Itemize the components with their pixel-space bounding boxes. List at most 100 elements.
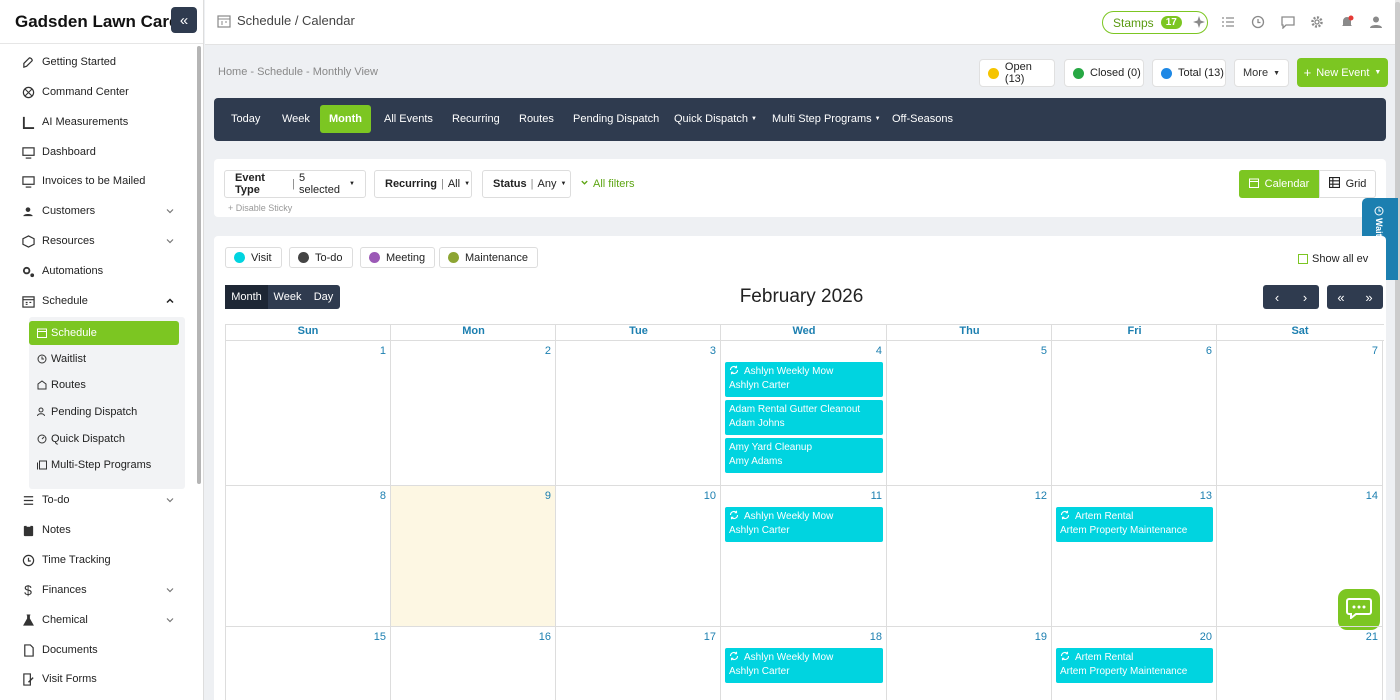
- sidebar-subitem-pending-dispatch[interactable]: Pending Dispatch: [29, 400, 179, 424]
- tab-off-seasons[interactable]: Off-Seasons: [883, 105, 962, 132]
- next-year-button[interactable]: »: [1355, 285, 1383, 309]
- tab-week[interactable]: Week: [273, 105, 319, 132]
- calendar-event[interactable]: Artem Rental Artem Property Maintenance: [1056, 648, 1213, 683]
- new-event-button[interactable]: + New Event ▼: [1297, 58, 1388, 87]
- checklist-icon[interactable]: [1221, 15, 1235, 29]
- sidebar-item-notes[interactable]: Notes: [0, 516, 196, 544]
- history-icon[interactable]: [1251, 15, 1265, 29]
- show-all-events-checkbox[interactable]: Show all ev: [1298, 253, 1368, 265]
- calendar-event[interactable]: Adam Rental Gutter Cleanout Adam Johns: [725, 400, 883, 435]
- calendar-event[interactable]: Ashlyn Weekly Mow Ashlyn Carter: [725, 648, 883, 683]
- tab-quick-dispatch[interactable]: Quick Dispatch ▼: [665, 105, 766, 132]
- sidebar-item-visit-forms[interactable]: Visit Forms: [0, 665, 196, 693]
- day-number[interactable]: 20: [1052, 631, 1212, 643]
- view-week-button[interactable]: Week: [268, 285, 307, 309]
- sidebar-subitem-quick-dispatch[interactable]: Quick Dispatch: [29, 427, 179, 451]
- calendar-day-cell[interactable]: [1217, 486, 1383, 627]
- tab-month[interactable]: Month: [320, 105, 371, 133]
- day-number[interactable]: 16: [391, 631, 551, 643]
- day-number[interactable]: 14: [1217, 490, 1378, 502]
- day-number[interactable]: 10: [556, 490, 716, 502]
- recurring-filter[interactable]: Recurring | All ▼: [374, 170, 472, 198]
- sidebar-item-invoices-to-be-mailed[interactable]: Invoices to be Mailed: [0, 167, 196, 195]
- sidebar-item-dashboard[interactable]: Dashboard: [0, 138, 196, 166]
- day-number[interactable]: 9: [391, 490, 551, 502]
- day-number[interactable]: 19: [887, 631, 1047, 643]
- day-number[interactable]: 11: [721, 490, 882, 502]
- calendar-day-cell[interactable]: [556, 341, 721, 486]
- sidebar-item-getting-started[interactable]: Getting Started: [0, 48, 196, 76]
- sidebar-item-to-do[interactable]: To-do: [0, 486, 196, 514]
- tab-today[interactable]: Today: [222, 105, 269, 132]
- disable-sticky-link[interactable]: + Disable Sticky: [228, 203, 292, 213]
- sidebar-item-schedule[interactable]: Schedule: [0, 287, 196, 315]
- calendar-day-cell[interactable]: [391, 341, 556, 486]
- day-number[interactable]: 4: [721, 345, 882, 357]
- calendar-event[interactable]: Ashlyn Weekly Mow Ashlyn Carter: [725, 362, 883, 397]
- day-number[interactable]: 21: [1217, 631, 1378, 643]
- tab-multi-step-programs[interactable]: Multi Step Programs ▼: [763, 105, 890, 132]
- calendar-day-cell[interactable]: [887, 486, 1052, 627]
- day-number[interactable]: 18: [721, 631, 882, 643]
- calendar-event[interactable]: Ashlyn Weekly Mow Ashlyn Carter: [725, 507, 883, 542]
- day-number[interactable]: 12: [887, 490, 1047, 502]
- user-icon[interactable]: [1369, 15, 1383, 29]
- calendar-day-cell[interactable]: [1052, 341, 1217, 486]
- day-number[interactable]: 1: [225, 345, 386, 357]
- sparkle-icon[interactable]: [1192, 15, 1206, 29]
- status-filter[interactable]: Status | Any ▼: [482, 170, 571, 198]
- prev-year-button[interactable]: «: [1327, 285, 1355, 309]
- calendar-day-cell[interactable]: [225, 486, 391, 627]
- calendar-day-cell[interactable]: [887, 341, 1052, 486]
- event-type-filter[interactable]: Event Type | 5 selected ▼: [224, 170, 366, 198]
- day-number[interactable]: 8: [225, 490, 386, 502]
- page-scrollbar[interactable]: [1395, 0, 1400, 700]
- tab-all-events[interactable]: All Events: [375, 105, 442, 132]
- sidebar-item-automations[interactable]: Automations: [0, 257, 196, 285]
- legend-to-do[interactable]: To-do: [289, 247, 353, 268]
- sidebar-subitem-waitlist[interactable]: Waitlist: [29, 347, 179, 371]
- prev-month-button[interactable]: ‹: [1263, 285, 1291, 309]
- calendar-day-cell[interactable]: [391, 486, 556, 627]
- collapse-sidebar-button[interactable]: «: [171, 7, 197, 33]
- calendar-event[interactable]: Artem Rental Artem Property Maintenance: [1056, 507, 1213, 542]
- all-filters-button[interactable]: All filters: [580, 178, 635, 190]
- day-number[interactable]: 15: [225, 631, 386, 643]
- tab-routes[interactable]: Routes: [510, 105, 563, 132]
- closed-count-badge[interactable]: Closed (0): [1064, 59, 1144, 87]
- day-number[interactable]: 17: [556, 631, 716, 643]
- sidebar-subitem-schedule[interactable]: Schedule: [29, 321, 179, 345]
- view-month-button[interactable]: Month: [225, 285, 268, 309]
- day-number[interactable]: 5: [887, 345, 1047, 357]
- sidebar-subitem-multi-step-programs[interactable]: Multi-Step Programs: [29, 453, 179, 477]
- chat-icon[interactable]: [1281, 15, 1295, 30]
- sidebar-item-time-tracking[interactable]: Time Tracking: [0, 546, 196, 574]
- sidebar-item-finances[interactable]: $ Finances: [0, 576, 196, 604]
- open-count-badge[interactable]: Open (13): [979, 59, 1055, 87]
- sidebar-item-ai-measurements[interactable]: AI Measurements: [0, 108, 196, 136]
- tab-pending-dispatch[interactable]: Pending Dispatch: [564, 105, 668, 132]
- legend-visit[interactable]: Visit: [225, 247, 282, 268]
- next-month-button[interactable]: ›: [1291, 285, 1319, 309]
- sidebar-item-documents[interactable]: Documents: [0, 636, 196, 664]
- sidebar-item-chemical[interactable]: Chemical: [0, 606, 196, 634]
- tab-recurring[interactable]: Recurring: [443, 105, 509, 132]
- day-number[interactable]: 6: [1052, 345, 1212, 357]
- day-number[interactable]: 3: [556, 345, 716, 357]
- grid-view-button[interactable]: Grid: [1319, 170, 1376, 198]
- legend-maintenance[interactable]: Maintenance: [439, 247, 538, 268]
- sidebar-item-customers[interactable]: Customers: [0, 197, 196, 225]
- day-number[interactable]: 7: [1217, 345, 1378, 357]
- calendar-day-cell[interactable]: [1217, 341, 1383, 486]
- more-dropdown-button[interactable]: More ▼: [1234, 59, 1289, 87]
- day-number[interactable]: 13: [1052, 490, 1212, 502]
- sidebar-item-resources[interactable]: Resources: [0, 227, 196, 255]
- total-count-badge[interactable]: Total (13): [1152, 59, 1226, 87]
- sidebar-item-command-center[interactable]: Command Center: [0, 78, 196, 106]
- bell-icon[interactable]: [1340, 15, 1354, 29]
- calendar-day-cell[interactable]: [225, 341, 391, 486]
- sidebar-subitem-routes[interactable]: Routes: [29, 373, 179, 397]
- view-day-button[interactable]: Day: [307, 285, 340, 309]
- gear-icon[interactable]: [1310, 15, 1324, 29]
- calendar-event[interactable]: Amy Yard Cleanup Amy Adams: [725, 438, 883, 473]
